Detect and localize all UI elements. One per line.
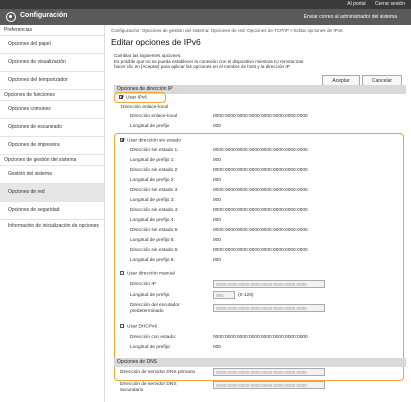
dhcp-row[interactable]: Usar DHCPv6 [120,324,157,329]
stateless-label-5: Dirección sin estado 3: [130,188,179,193]
stateless-value-6: 000 [213,198,222,203]
sidebar-item-security[interactable]: Opciones de seguridad [0,201,104,219]
stateless-label-4: Longitud de prefijo 2: [130,178,175,183]
stateless-value-10: 000 [213,238,222,243]
dns-secondary-input[interactable]: 0000:0000:0000:0000:0000:0000:0000:0000 [213,381,325,389]
link-local-heading: Dirección enlace-local [121,105,168,110]
link-local-prefix-label: Longitud de prefijo [130,124,170,129]
dns-primary-label: Dirección de servidor DNS primario [120,370,196,375]
stateless-label-8: Longitud de prefijo 4: [130,218,175,223]
dhcp-addr-label: Dirección con estado: [130,335,177,340]
stateless-label-6: Longitud de prefijo 3: [130,198,175,203]
top-bar: Al portal Cerrar sesión [0,0,411,9]
page-description: Cambiar las siguientes opciones. Es posi… [114,53,314,70]
sidebar-heading-system: Opciones de gestión del sistema [0,154,104,165]
dns-primary-input[interactable]: 0000:0000:0000:0000:0000:0000:0000:0000 [213,368,325,376]
sidebar-item-network[interactable]: Opciones de red [0,183,104,201]
stateless-label-7: Dirección sin estado 4: [130,208,179,213]
dhcp-prefix-label: Longitud de prefijo: [130,345,171,350]
main-content: Configuración: Opciones de gestión del s… [106,25,409,402]
page-title: Editar opciones de IPv6 [111,37,201,47]
stateless-value-8: 000 [213,218,222,223]
portal-link[interactable]: Al portal [347,1,365,7]
dns-secondary-label: Dirección de servidor DNS secundario [120,382,177,393]
logout-link[interactable]: Cerrar sesión [375,1,405,7]
app-title: Configuración [20,12,68,19]
manual-label: Usar dirección manual [127,271,175,277]
manual-prefix-label: Longitud de prefijo [130,293,170,298]
sidebar-item-display[interactable]: Opciones de visualización [0,53,104,71]
manual-router-label: Dirección del enrutador predeterminado [130,303,180,314]
stateless-value-12: 000 [213,258,222,263]
stateless-label-1: Dirección sin estado 1: [130,148,179,153]
stateless-value-11: 0000:0000:0000:0000:0000:0000:0000:0000 [213,248,308,253]
manual-checkbox[interactable] [120,271,124,275]
dhcp-addr-value: 0000:0000:0000:0000:0000:0000:0000:0000 [213,335,308,340]
dhcp-label: Usar DHCPv6 [127,324,158,330]
stateless-label-10: Longitud de prefijo 5: [130,238,175,243]
stateless-label-3: Dirección sin estado 2: [130,168,179,173]
stateless-value-4: 000 [213,178,222,183]
mail-admin-link[interactable]: Enviar correo al administrador del siste… [304,14,397,20]
stateless-label-2: Longitud de prefijo 1: [130,158,175,163]
sidebar-heading-functions: Opciones de funciones [0,89,104,100]
stateless-label-12: Longitud de prefijo 6: [130,258,175,263]
stateless-value-5: 0000:0000:0000:0000:0000:0000:0000:0000 [213,188,308,193]
sidebar-item-system-management[interactable]: Gestión del sistema [0,165,104,183]
breadcrumb: Configuración: Opciones de gestión del s… [111,28,343,33]
sidebar-heading-preferences: Preferencias [4,27,33,33]
sidebar-item-timer[interactable]: Opciones del temporizador [0,71,104,89]
manual-row[interactable]: Usar dirección manual [120,271,175,276]
stateless-value-9: 0000:0000:0000:0000:0000:0000:0000:0000 [213,228,308,233]
stateless-value-2: 000 [213,158,222,163]
stateless-label-9: Dirección sin estado 5: [130,228,179,233]
header-bar: Configuración Enviar correo al administr… [0,9,411,25]
manual-prefix-input[interactable]: 064 [213,291,235,299]
link-local-prefix-value: 000 [213,124,222,129]
sidebar: Preferencias Opciones del papel Opciones… [0,25,105,402]
link-local-value: 0000:0000:0000:0000:0000:0000:0000:0000 [213,114,308,119]
stateless-value-7: 0000:0000:0000:0000:0000:0000:0000:0000 [213,208,308,213]
manual-ip-label: Dirección IP [130,282,156,287]
dns-section-header: Opciones de DNS [114,358,406,367]
stateless-value-3: 0000:0000:0000:0000:0000:0000:0000:0000 [213,168,308,173]
sidebar-item-paper[interactable]: Opciones del papel [0,35,104,53]
manual-router-input[interactable]: 0000:0000:0000:0000:0000:0000:0000:0000 [213,304,325,312]
ipv6-highlight [114,92,166,103]
link-local-label: Dirección enlace-local [130,114,177,119]
sidebar-item-printer[interactable]: Opciones de impresora [0,136,104,154]
dhcp-prefix-value: 000 [213,345,222,350]
manual-prefix-range: (0-128) [238,293,254,298]
stateless-label-11: Dirección sin estado 6: [130,248,179,253]
description-line-2: Es posible que no se pueda establecer la… [114,58,304,70]
stateless-value-1: 0000:0000:0000:0000:0000:0000:0000:0000 [213,148,308,153]
stateless-label: Usar dirección sin estado [127,138,181,144]
dhcp-checkbox[interactable] [120,324,124,328]
sidebar-item-common[interactable]: Opciones comunes [0,100,104,118]
stateless-row[interactable]: Usar dirección sin estado [120,138,181,143]
sidebar-item-init-info[interactable]: Información de inicialización de opcione… [0,219,104,239]
sidebar-item-scan[interactable]: Opciones de escaneado [0,118,104,136]
settings-logo-icon [6,12,16,22]
manual-ip-input[interactable]: 0000:0000:0000:0000:0000:0000:0000:0000 [213,280,325,288]
stateless-checkbox[interactable] [120,138,124,142]
